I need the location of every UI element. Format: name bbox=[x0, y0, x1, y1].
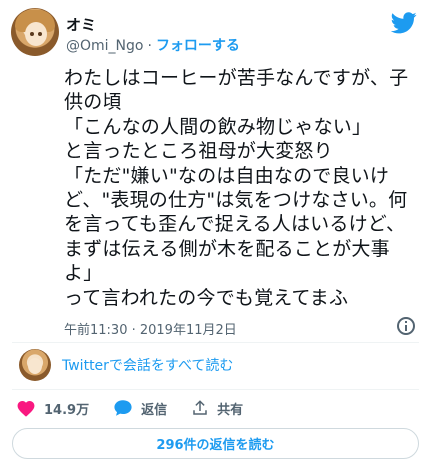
tweet-card: オミ @Omi_Ngo · フォローする わたしはコーヒーが苦手なんですが、子 供の… bbox=[0, 0, 431, 473]
info-icon[interactable] bbox=[397, 317, 415, 335]
author-avatar[interactable] bbox=[11, 8, 59, 56]
heart-icon bbox=[17, 400, 35, 417]
reply-label: 返信 bbox=[141, 402, 168, 418]
share-icon bbox=[193, 400, 207, 415]
reply-bubble-icon bbox=[114, 400, 132, 416]
share-button[interactable]: 共有 bbox=[191, 399, 243, 418]
read-replies-button[interactable]: 296件の返信を読む bbox=[12, 428, 419, 459]
like-button[interactable]: 14.9万 bbox=[16, 399, 89, 418]
read-conversation-link[interactable]: Twitterで会話をすべて読む bbox=[62, 355, 233, 375]
reply-button[interactable]: 返信 bbox=[113, 399, 167, 418]
author-handle-row: @Omi_Ngo · フォローする bbox=[66, 35, 240, 55]
divider bbox=[12, 342, 419, 343]
separator-dot: · bbox=[147, 38, 152, 54]
share-label: 共有 bbox=[217, 402, 244, 418]
action-bar: 14.9万 返信 共有 bbox=[16, 397, 267, 419]
divider bbox=[12, 389, 419, 390]
tweet-body-text: わたしはコーヒーが苦手なんですが、子 供の頃 「こんなの人間の飲み物じゃない」 … bbox=[64, 67, 409, 309]
follow-button[interactable]: フォローする bbox=[156, 38, 240, 54]
author-handle[interactable]: @Omi_Ngo bbox=[66, 38, 143, 54]
conversation-avatar bbox=[19, 349, 51, 381]
like-count: 14.9万 bbox=[44, 402, 90, 418]
twitter-bird-icon[interactable] bbox=[391, 12, 417, 34]
tweet-timestamp[interactable]: 午前11:30 · 2019年11月2日 bbox=[64, 319, 237, 338]
author-display-name[interactable]: オミ bbox=[66, 14, 96, 35]
